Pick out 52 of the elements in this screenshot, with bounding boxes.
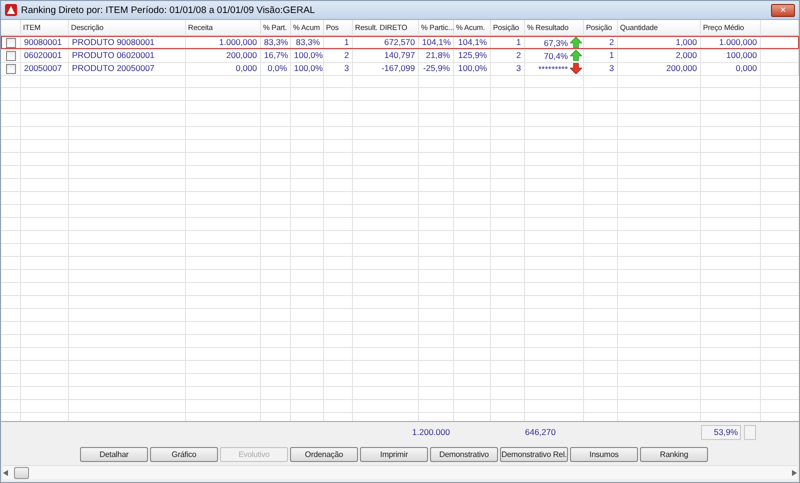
- table-cell: 1.000,000: [701, 36, 761, 50]
- table-cell: PRODUTO 06020001: [69, 49, 186, 63]
- table-cell: 1.000,000: [186, 36, 261, 50]
- horizontal-scrollbar[interactable]: [3, 465, 797, 479]
- table-cell: 200,000: [186, 49, 261, 63]
- action-button[interactable]: Insumos: [570, 447, 638, 462]
- empty-field: [744, 424, 756, 440]
- total-value: 646,270: [525, 427, 557, 437]
- checkbox[interactable]: [6, 64, 16, 74]
- table-cell: 2: [324, 49, 353, 63]
- table-cell: 90080001: [21, 36, 69, 50]
- total-value: 1.200.000: [411, 427, 451, 437]
- scroll-right-icon[interactable]: [792, 470, 797, 476]
- table-cell: 1: [491, 36, 525, 50]
- table-cell: 125,9%: [454, 49, 491, 63]
- action-button[interactable]: Ordenação: [290, 447, 358, 462]
- action-button[interactable]: Ranking: [640, 447, 708, 462]
- table-row[interactable]: 90080001 PRODUTO 90080001 1.000,000 83,3% 83,3% 1 672,570 104,1% 104,1% 1 67,3% 2 1,000 1.000,000: [1, 36, 799, 49]
- action-button[interactable]: Imprimir: [360, 447, 428, 462]
- table-cell: 1: [324, 36, 353, 50]
- table-cell: 06020001: [21, 49, 69, 63]
- scroll-left-icon[interactable]: [3, 470, 8, 476]
- app-logo-icon: [5, 4, 17, 16]
- table-cell: 140,797: [353, 49, 419, 63]
- action-button[interactable]: Detalhar: [80, 447, 148, 462]
- table-cell: 2: [491, 49, 525, 63]
- table-cell: 67,3%: [544, 38, 568, 48]
- table-row[interactable]: 06020001 PRODUTO 06020001 200,000 16,7% 100,0% 2 140,797 21,8% 125,9% 2 70,4% 1 2,000 100,000: [1, 49, 799, 62]
- table-cell: 70,4%: [544, 50, 568, 60]
- table-cell: 2: [584, 36, 618, 50]
- table-cell: 83,3%: [291, 36, 324, 50]
- action-button[interactable]: Gráfico: [150, 447, 218, 462]
- table-cell: PRODUTO 90080001: [69, 36, 186, 50]
- table-cell: 21,8%: [419, 49, 454, 63]
- table-cell: 1,000: [618, 36, 701, 50]
- table-cell: 104,1%: [454, 36, 491, 50]
- table-cell: *********: [538, 64, 568, 74]
- table-cell: 104,1%: [419, 36, 454, 50]
- percent-field: 53,9%: [701, 424, 741, 440]
- table-cell: 100,000: [701, 49, 761, 63]
- action-button[interactable]: Demonstrativo: [430, 447, 498, 462]
- checkbox[interactable]: [6, 50, 16, 60]
- checkbox[interactable]: [6, 38, 16, 48]
- table-cell: 1: [584, 49, 618, 63]
- table-cell: 2,000: [618, 49, 701, 63]
- window-title: Ranking Direto por: ITEM Período: 01/01/08 a 01/01/09 Visão:GERAL: [21, 4, 316, 16]
- table-cell: 16,7%: [261, 49, 291, 63]
- table-cell: 672,570: [353, 36, 419, 50]
- scroll-thumb[interactable]: [14, 466, 29, 478]
- table-cell: 100,0%: [291, 49, 324, 63]
- action-button[interactable]: Demonstrativo Rel.: [500, 447, 568, 462]
- table-cell: 83,3%: [261, 36, 291, 50]
